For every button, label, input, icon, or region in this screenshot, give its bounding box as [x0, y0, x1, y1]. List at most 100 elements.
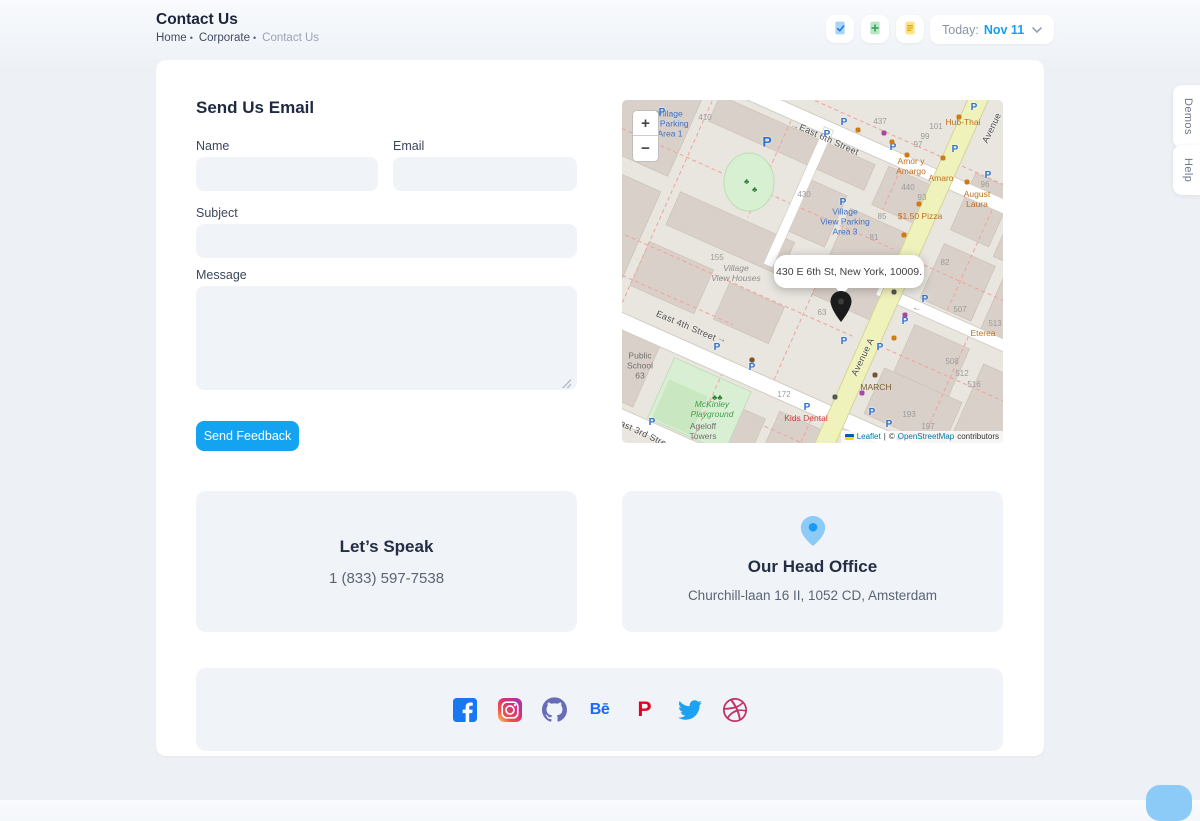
map-house-number: 430	[797, 190, 810, 200]
lets-speak-title: Let’s Speak	[340, 537, 434, 557]
map-place-label: Amor y Amargo	[896, 156, 926, 176]
date-prefix: Today:	[942, 23, 979, 37]
map-place-label: Amaro	[928, 173, 953, 183]
poi-icon	[860, 391, 865, 396]
pinterest-icon[interactable]: P	[632, 697, 658, 723]
poi-icon	[902, 233, 907, 238]
map-house-number: 99	[921, 132, 930, 142]
map-place-label: $1.50 Pizza	[898, 211, 942, 221]
parking-icon: P	[841, 336, 848, 348]
parking-icon: P	[890, 142, 897, 154]
poi-icon	[905, 153, 910, 158]
poi-icon	[750, 358, 755, 363]
map-marker-icon[interactable]	[828, 290, 854, 323]
parking-icon: P	[824, 129, 831, 141]
email-input[interactable]	[393, 157, 577, 191]
parking-icon: P	[902, 316, 909, 328]
attribution-copyright: ©	[889, 432, 895, 441]
message-label: Message	[196, 268, 247, 282]
map-street-label: East 4th Street	[654, 309, 717, 344]
map-place-label: Hub-Thai	[946, 117, 981, 127]
map[interactable]: ♣ ♣ ♣♣ East 6th StreetEast 4th StreetEas…	[622, 100, 1003, 443]
facebook-icon[interactable]	[452, 697, 478, 723]
subject-label: Subject	[196, 206, 238, 220]
file-plus-button[interactable]	[861, 15, 889, 43]
file-check-icon	[832, 20, 848, 39]
breadcrumb-item[interactable]: Home	[156, 32, 187, 44]
map-zoom-control: + −	[632, 110, 659, 162]
side-tab-help[interactable]: Help	[1173, 145, 1200, 195]
oneway-arrow-icon: →	[716, 332, 729, 345]
github-icon[interactable]	[542, 697, 568, 723]
map-street-label: East 3rd Street	[622, 415, 676, 443]
behance-icon[interactable]: Bē	[587, 697, 613, 723]
name-input[interactable]	[196, 157, 378, 191]
map-house-number: 101	[929, 122, 942, 132]
date-selector[interactable]: Today: Nov 11	[930, 15, 1054, 44]
map-place-label: Village View Houses	[711, 263, 760, 283]
map-house-number: 513	[988, 319, 1001, 329]
lets-speak-card: Let’s Speak 1 (833) 597-7538	[196, 491, 577, 632]
leaflet-link[interactable]: Leaflet	[857, 432, 881, 441]
parking-icon: P	[840, 197, 847, 209]
breadcrumb-item: Contact Us	[262, 32, 319, 44]
send-feedback-button[interactable]: Send Feedback	[196, 421, 299, 451]
poi-icon	[917, 202, 922, 207]
message-textarea[interactable]	[196, 286, 577, 390]
osm-link[interactable]: OpenStreetMap	[898, 432, 954, 441]
form-heading: Send Us Email	[196, 98, 314, 118]
oneway-arrow-icon: →	[789, 119, 802, 133]
date-value: Nov 11	[984, 23, 1024, 37]
map-place-label: Kids Dental	[784, 413, 827, 423]
attribution-suffix: contributors	[957, 432, 999, 441]
subject-input[interactable]	[196, 224, 577, 258]
map-house-number: 508	[945, 357, 958, 367]
parking-icon: P	[749, 362, 756, 374]
map-place-label: Public School 63	[627, 351, 653, 382]
parking-icon: P	[922, 294, 929, 306]
map-place-label: MARCH	[860, 382, 891, 392]
dribbble-icon[interactable]	[722, 697, 748, 723]
location-pin-icon	[800, 516, 826, 546]
map-house-number: 507	[953, 305, 966, 315]
poi-icon	[856, 128, 861, 133]
map-house-number: 440	[901, 183, 914, 193]
twitter-icon[interactable]	[677, 697, 703, 723]
chat-fab-button[interactable]	[1146, 785, 1192, 821]
parking-icon: P	[841, 117, 848, 129]
oneway-arrow-icon: ←	[911, 302, 922, 314]
email-label: Email	[393, 139, 424, 153]
map-house-number: 172	[777, 390, 790, 400]
side-tab-demos[interactable]: Demos	[1173, 85, 1200, 148]
map-house-number: 193	[902, 410, 915, 420]
breadcrumb-item[interactable]: Corporate	[199, 32, 250, 44]
map-popup: 430 E 6th St, New York, 10009.	[774, 255, 924, 288]
poi-icon	[873, 373, 878, 378]
map-house-number: 512	[955, 369, 968, 379]
instagram-icon[interactable]	[497, 697, 523, 723]
phone-number: 1 (833) 597-7538	[329, 570, 444, 587]
map-place-label: August Laura	[964, 189, 990, 209]
attribution-divider: |	[884, 432, 886, 441]
parking-icon: P	[971, 102, 978, 114]
head-office-address: Churchill-laan 16 II, 1052 CD, Amsterdam	[688, 588, 937, 603]
map-house-number: 155	[710, 253, 723, 263]
map-street-label: Avenue A	[849, 336, 877, 377]
zoom-out-button[interactable]: −	[633, 136, 658, 161]
file-lines-icon	[902, 20, 918, 39]
poi-icon	[903, 313, 908, 318]
map-house-number: 81	[870, 233, 879, 243]
poi-icon	[965, 180, 970, 185]
quick-actions	[826, 15, 924, 43]
file-check-button[interactable]	[826, 15, 854, 43]
breadcrumb: Home•Corporate•Contact Us	[156, 32, 319, 44]
map-place-label: Village View Parking Area 3	[820, 207, 869, 238]
zoom-in-button[interactable]: +	[633, 111, 658, 136]
file-lines-button[interactable]	[896, 15, 924, 43]
map-house-number: 96	[981, 180, 990, 190]
contact-card: Send Us Email Name Email Subject Message…	[156, 60, 1044, 756]
map-house-number: 97	[914, 140, 923, 150]
map-attribution: Leaflet | © OpenStreetMap contributors	[841, 431, 1003, 443]
map-house-number: 410	[698, 113, 711, 123]
map-house-number: 437	[873, 117, 886, 127]
